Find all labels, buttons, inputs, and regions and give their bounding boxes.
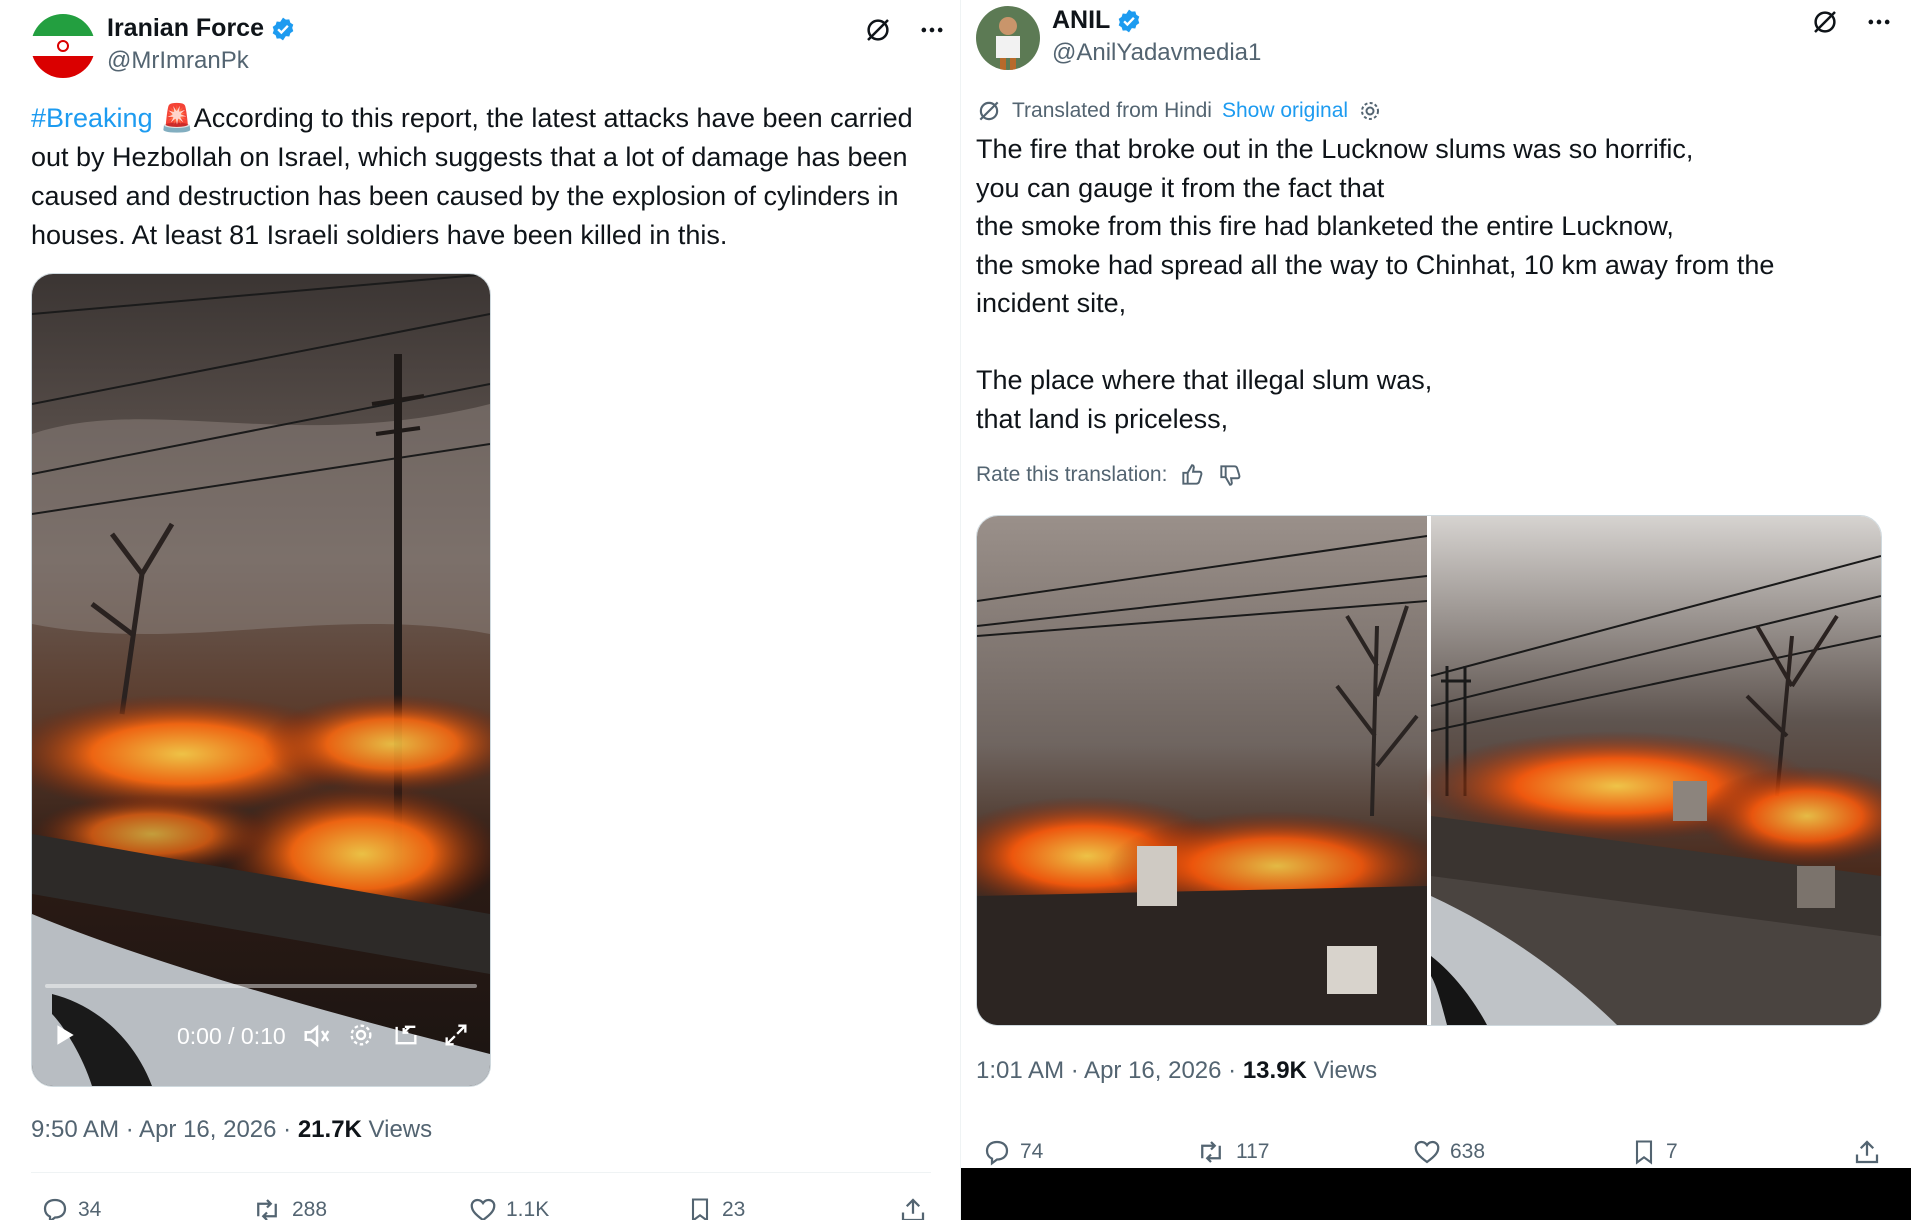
bookmark-count: 23 (722, 1198, 746, 1220)
share-button[interactable] (1852, 1137, 1882, 1167)
avatar[interactable] (31, 14, 95, 78)
reply-button[interactable]: 34 (40, 1195, 101, 1220)
tweet-timestamp[interactable]: 1:01 AM · Apr 16, 2026 · 13.9K Views (976, 1057, 1377, 1085)
more-options-icon[interactable] (1863, 6, 1895, 38)
bookmark-button[interactable]: 23 (686, 1195, 745, 1220)
views-count: 21.7K (297, 1116, 362, 1143)
tweet-card-right: ANIL @AnilYadavmedia1 Translated from Hi… (961, 0, 1911, 1220)
author-name[interactable]: Iranian Force (107, 14, 264, 43)
repost-button[interactable]: 288 (250, 1195, 327, 1220)
video-time: 0:00 / 0:10 (177, 1023, 286, 1049)
rate-translation: Rate this translation: (976, 462, 1243, 488)
black-bar (961, 1168, 1911, 1220)
video-player[interactable]: 0:00 / 0:10 (31, 273, 491, 1087)
bookmark-count: 7 (1666, 1140, 1678, 1163)
fire-image-1 (977, 516, 1447, 1025)
author-handle[interactable]: @AnilYadavmedia1 (1052, 39, 1261, 67)
like-button[interactable]: 1.1K (468, 1195, 549, 1220)
separator (31, 1172, 931, 1173)
show-original-link[interactable]: Show original (1222, 99, 1348, 123)
grok-icon[interactable] (1809, 6, 1841, 38)
tweet-timestamp[interactable]: 9:50 AM · Apr 16, 2026 · 21.7K Views (31, 1116, 432, 1144)
image-gallery (976, 515, 1882, 1026)
repost-count: 117 (1236, 1140, 1270, 1163)
settings-icon[interactable] (347, 1021, 375, 1049)
fullscreen-icon[interactable] (442, 1021, 470, 1049)
verified-badge-icon (1119, 9, 1140, 32)
views-count: 13.9K (1242, 1057, 1307, 1084)
share-button[interactable] (898, 1195, 928, 1220)
settings-icon[interactable] (1358, 99, 1382, 123)
siren-emoji: 🚨 (160, 103, 194, 133)
video-progress-bar[interactable] (45, 984, 477, 988)
like-count: 1.1K (506, 1198, 550, 1220)
more-options-icon[interactable] (916, 14, 948, 46)
repost-count: 288 (292, 1198, 328, 1220)
grok-icon[interactable] (862, 14, 894, 46)
reply-count: 74 (1020, 1140, 1044, 1163)
author-handle[interactable]: @MrImranPk (107, 47, 249, 75)
reply-button[interactable]: 74 (982, 1137, 1043, 1167)
video-controls: 0:00 / 0:10 (32, 976, 490, 1086)
verified-badge-icon (272, 17, 294, 40)
hashtag-link[interactable]: #Breaking (31, 103, 153, 133)
fire-video-frame (32, 274, 490, 1086)
tweet-body: The fire that broke out in the Lucknow s… (976, 134, 1775, 434)
repost-button[interactable]: 117 (1194, 1137, 1269, 1167)
like-button[interactable]: 638 (1412, 1137, 1485, 1167)
tweet-card-left: Iranian Force @MrImranPk #Breaking 🚨Acco… (0, 0, 961, 1220)
thumbs-up-icon[interactable] (1179, 462, 1205, 488)
translation-bar: Translated from Hindi Show original (976, 98, 1382, 124)
reply-count: 34 (78, 1198, 102, 1220)
play-icon[interactable] (52, 1021, 78, 1049)
avatar[interactable] (976, 6, 1040, 70)
like-count: 638 (1450, 1140, 1486, 1163)
tweet-text: #Breaking 🚨According to this report, the… (31, 99, 931, 255)
translated-label: Translated from Hindi (1012, 99, 1212, 122)
bookmark-button[interactable]: 7 (1630, 1137, 1678, 1167)
rate-label: Rate this translation: (976, 463, 1168, 486)
volume-icon[interactable] (302, 1021, 332, 1051)
fire-image-2 (1417, 516, 1881, 1025)
translate-icon (979, 101, 999, 121)
pip-icon[interactable] (392, 1021, 420, 1049)
thumbs-down-icon[interactable] (1217, 462, 1243, 488)
author-name[interactable]: ANIL (1052, 6, 1110, 35)
